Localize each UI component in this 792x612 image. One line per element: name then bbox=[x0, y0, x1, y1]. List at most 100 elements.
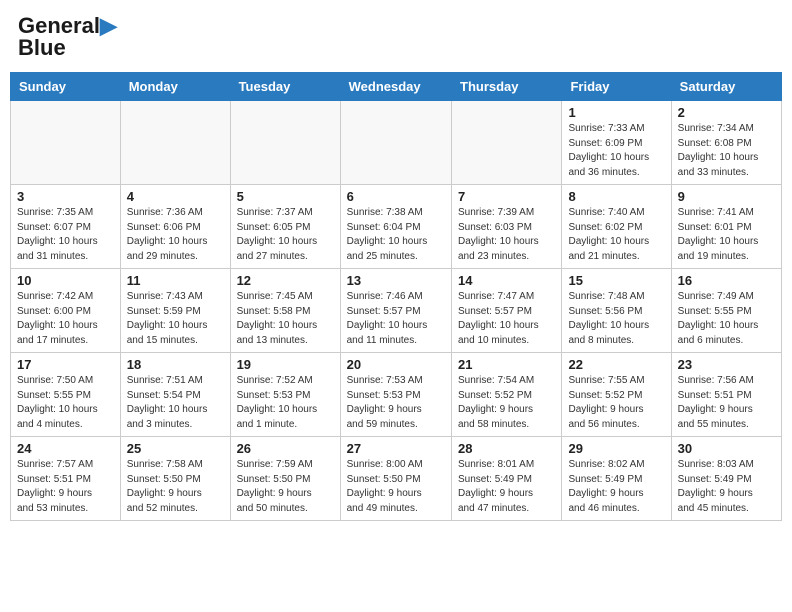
calendar-cell: 21Sunrise: 7:54 AM Sunset: 5:52 PM Dayli… bbox=[452, 353, 562, 437]
day-number: 30 bbox=[678, 441, 775, 456]
calendar-cell: 13 Sunrise: 7:46 AM Sunset: 5:57 PM Dayli… bbox=[340, 269, 451, 353]
calendar-cell: 1 Sunrise: 7:33 AM Sunset: 6:09 PM Daylig… bbox=[562, 101, 671, 185]
calendar-cell: 3 Sunrise: 7:35 AM Sunset: 6:07 PM Daylig… bbox=[11, 185, 121, 269]
calendar-cell: 24 Sunrise: 7:57 AM Sunset: 5:51 PM Dayli… bbox=[11, 437, 121, 521]
logo-blue: Blue bbox=[18, 36, 66, 60]
calendar-cell: 8 Sunrise: 7:40 AM Sunset: 6:02 PM Daylig… bbox=[562, 185, 671, 269]
day-number: 28 bbox=[458, 441, 555, 456]
day-number: 14 bbox=[458, 273, 555, 288]
calendar-cell: 27 Sunrise: 8:00 AM Sunset: 5:50 PM Dayli… bbox=[340, 437, 451, 521]
day-info: Sunrise: 7:58 AM Sunset: 5:50 PM Dayligh… bbox=[127, 458, 224, 516]
day-number: 13 bbox=[347, 273, 445, 288]
col-header-friday: Friday bbox=[562, 73, 671, 101]
day-info: Sunrise: 7:54 AM Sunset: 5:52 PM Dayligh… bbox=[458, 374, 555, 432]
day-info: Sunrise: 8:03 AM Sunset: 5:49 PM Dayligh… bbox=[678, 458, 775, 516]
day-info: Sunrise: 7:43 AM Sunset: 5:59 PM Dayligh… bbox=[127, 290, 224, 348]
day-info: Sunrise: 7:34 AM Sunset: 6:08 PM Dayligh… bbox=[678, 122, 775, 180]
day-info: Sunrise: 7:33 AM Sunset: 6:09 PM Dayligh… bbox=[568, 122, 664, 180]
calendar-cell: 6 Sunrise: 7:38 AM Sunset: 6:04 PM Daylig… bbox=[340, 185, 451, 269]
day-info: Sunrise: 8:02 AM Sunset: 5:49 PM Dayligh… bbox=[568, 458, 664, 516]
day-number: 23 bbox=[678, 357, 775, 372]
day-info: Sunrise: 7:48 AM Sunset: 5:56 PM Dayligh… bbox=[568, 290, 664, 348]
day-number: 3 bbox=[17, 189, 114, 204]
calendar-cell: 4 Sunrise: 7:36 AM Sunset: 6:06 PM Daylig… bbox=[120, 185, 230, 269]
col-header-monday: Monday bbox=[120, 73, 230, 101]
day-info: Sunrise: 7:53 AM Sunset: 5:53 PM Dayligh… bbox=[347, 374, 445, 432]
day-info: Sunrise: 7:47 AM Sunset: 5:57 PM Dayligh… bbox=[458, 290, 555, 348]
day-info: Sunrise: 7:56 AM Sunset: 5:51 PM Dayligh… bbox=[678, 374, 775, 432]
calendar-cell: 2 Sunrise: 7:34 AM Sunset: 6:08 PM Daylig… bbox=[671, 101, 781, 185]
day-number: 4 bbox=[127, 189, 224, 204]
day-info: Sunrise: 8:00 AM Sunset: 5:50 PM Dayligh… bbox=[347, 458, 445, 516]
calendar-cell: 14 Sunrise: 7:47 AM Sunset: 5:57 PM Dayli… bbox=[452, 269, 562, 353]
day-info: Sunrise: 7:57 AM Sunset: 5:51 PM Dayligh… bbox=[17, 458, 114, 516]
day-info: Sunrise: 7:46 AM Sunset: 5:57 PM Dayligh… bbox=[347, 290, 445, 348]
calendar-week-2: 3 Sunrise: 7:35 AM Sunset: 6:07 PM Daylig… bbox=[11, 185, 782, 269]
calendar-cell: 15 Sunrise: 7:48 AM Sunset: 5:56 PM Dayli… bbox=[562, 269, 671, 353]
calendar-cell: 30 Sunrise: 8:03 AM Sunset: 5:49 PM Dayli… bbox=[671, 437, 781, 521]
day-info: Sunrise: 7:36 AM Sunset: 6:06 PM Dayligh… bbox=[127, 206, 224, 264]
col-header-sunday: Sunday bbox=[11, 73, 121, 101]
day-number: 2 bbox=[678, 105, 775, 120]
day-number: 18 bbox=[127, 357, 224, 372]
day-info: Sunrise: 7:39 AM Sunset: 6:03 PM Dayligh… bbox=[458, 206, 555, 264]
calendar-cell: 26 Sunrise: 7:59 AM Sunset: 5:50 PM Dayli… bbox=[230, 437, 340, 521]
day-info: Sunrise: 7:49 AM Sunset: 5:55 PM Dayligh… bbox=[678, 290, 775, 348]
day-info: Sunrise: 7:35 AM Sunset: 6:07 PM Dayligh… bbox=[17, 206, 114, 264]
calendar-week-3: 10 Sunrise: 7:42 AM Sunset: 6:00 PM Dayli… bbox=[11, 269, 782, 353]
day-info: Sunrise: 7:59 AM Sunset: 5:50 PM Dayligh… bbox=[237, 458, 334, 516]
calendar-cell: 23 Sunrise: 7:56 AM Sunset: 5:51 PM Dayli… bbox=[671, 353, 781, 437]
calendar-week-4: 17Sunrise: 7:50 AM Sunset: 5:55 PM Dayli… bbox=[11, 353, 782, 437]
day-number: 16 bbox=[678, 273, 775, 288]
logo: General▶ Blue bbox=[18, 14, 117, 60]
day-number: 12 bbox=[237, 273, 334, 288]
calendar-cell: 9Sunrise: 7:41 AM Sunset: 6:01 PM Daylig… bbox=[671, 185, 781, 269]
calendar-week-1: 1 Sunrise: 7:33 AM Sunset: 6:09 PM Daylig… bbox=[11, 101, 782, 185]
calendar-cell: 7 Sunrise: 7:39 AM Sunset: 6:03 PM Daylig… bbox=[452, 185, 562, 269]
day-info: Sunrise: 7:40 AM Sunset: 6:02 PM Dayligh… bbox=[568, 206, 664, 264]
day-number: 22 bbox=[568, 357, 664, 372]
day-info: Sunrise: 7:37 AM Sunset: 6:05 PM Dayligh… bbox=[237, 206, 334, 264]
day-info: Sunrise: 8:01 AM Sunset: 5:49 PM Dayligh… bbox=[458, 458, 555, 516]
day-number: 24 bbox=[17, 441, 114, 456]
calendar-cell bbox=[452, 101, 562, 185]
calendar-week-5: 24 Sunrise: 7:57 AM Sunset: 5:51 PM Dayli… bbox=[11, 437, 782, 521]
day-number: 17 bbox=[17, 357, 114, 372]
calendar-cell: 29 Sunrise: 8:02 AM Sunset: 5:49 PM Dayli… bbox=[562, 437, 671, 521]
day-number: 9 bbox=[678, 189, 775, 204]
day-number: 10 bbox=[17, 273, 114, 288]
calendar-cell: 19 Sunrise: 7:52 AM Sunset: 5:53 PM Dayli… bbox=[230, 353, 340, 437]
calendar-cell: 25 Sunrise: 7:58 AM Sunset: 5:50 PM Dayli… bbox=[120, 437, 230, 521]
day-number: 15 bbox=[568, 273, 664, 288]
day-number: 19 bbox=[237, 357, 334, 372]
calendar-cell: 11 Sunrise: 7:43 AM Sunset: 5:59 PM Dayli… bbox=[120, 269, 230, 353]
day-info: Sunrise: 7:42 AM Sunset: 6:00 PM Dayligh… bbox=[17, 290, 114, 348]
calendar-cell: 17Sunrise: 7:50 AM Sunset: 5:55 PM Dayli… bbox=[11, 353, 121, 437]
calendar-table: SundayMondayTuesdayWednesdayThursdayFrid… bbox=[10, 72, 782, 521]
day-number: 5 bbox=[237, 189, 334, 204]
calendar-cell: 16 Sunrise: 7:49 AM Sunset: 5:55 PM Dayli… bbox=[671, 269, 781, 353]
col-header-wednesday: Wednesday bbox=[340, 73, 451, 101]
day-number: 29 bbox=[568, 441, 664, 456]
calendar-cell bbox=[230, 101, 340, 185]
col-header-saturday: Saturday bbox=[671, 73, 781, 101]
col-header-thursday: Thursday bbox=[452, 73, 562, 101]
day-number: 1 bbox=[568, 105, 664, 120]
calendar-header-row: SundayMondayTuesdayWednesdayThursdayFrid… bbox=[11, 73, 782, 101]
col-header-tuesday: Tuesday bbox=[230, 73, 340, 101]
day-number: 8 bbox=[568, 189, 664, 204]
day-number: 26 bbox=[237, 441, 334, 456]
day-number: 27 bbox=[347, 441, 445, 456]
day-number: 6 bbox=[347, 189, 445, 204]
calendar-cell: 18Sunrise: 7:51 AM Sunset: 5:54 PM Dayli… bbox=[120, 353, 230, 437]
day-info: Sunrise: 7:38 AM Sunset: 6:04 PM Dayligh… bbox=[347, 206, 445, 264]
day-number: 11 bbox=[127, 273, 224, 288]
calendar-cell bbox=[120, 101, 230, 185]
day-number: 25 bbox=[127, 441, 224, 456]
calendar-cell: 5 Sunrise: 7:37 AM Sunset: 6:05 PM Daylig… bbox=[230, 185, 340, 269]
calendar-cell: 28 Sunrise: 8:01 AM Sunset: 5:49 PM Dayli… bbox=[452, 437, 562, 521]
day-info: Sunrise: 7:52 AM Sunset: 5:53 PM Dayligh… bbox=[237, 374, 334, 432]
day-info: Sunrise: 7:45 AM Sunset: 5:58 PM Dayligh… bbox=[237, 290, 334, 348]
day-info: Sunrise: 7:55 AM Sunset: 5:52 PM Dayligh… bbox=[568, 374, 664, 432]
day-number: 7 bbox=[458, 189, 555, 204]
